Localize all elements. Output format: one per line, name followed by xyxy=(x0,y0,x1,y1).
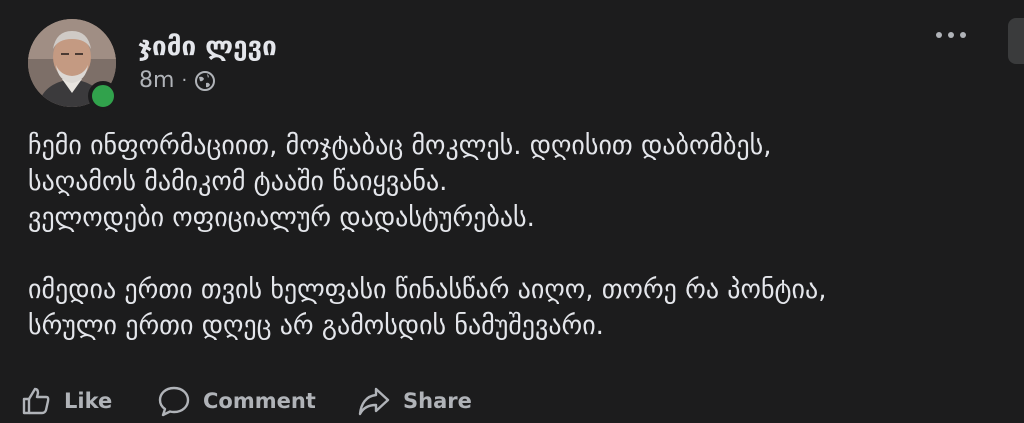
facebook-post: ჯიმი ლევი 8m · ჩემი ინფორმაციით, მოჯტაბა… xyxy=(0,0,1024,423)
online-status-indicator xyxy=(88,81,118,111)
post-text-line: ველოდები ოფიციალურ დადასტურებას. xyxy=(28,203,535,233)
post-meta: 8m · xyxy=(139,68,216,93)
post-timestamp[interactable]: 8m xyxy=(139,68,174,93)
post-text: ჩემი ინფორმაციით, მოჯტაბაც მოკლეს. დღისი… xyxy=(28,128,1008,344)
post-text-line: ჩემი ინფორმაციით, მოჯტაბაც მოკლეს. დღისი… xyxy=(28,131,772,161)
like-button[interactable]: Like xyxy=(20,378,112,423)
share-label: Share xyxy=(403,388,472,413)
share-button[interactable]: Share xyxy=(357,378,472,423)
thumbs-up-icon xyxy=(20,385,52,417)
post-actions-bar: Like Comment Share xyxy=(0,378,1024,423)
comment-label: Comment xyxy=(203,388,316,413)
comment-bubble-icon xyxy=(157,385,191,417)
post-text-line: საღამოს მამიკომ ტააში წაიყვანა. xyxy=(28,167,448,197)
like-label: Like xyxy=(64,388,113,413)
author-name[interactable]: ჯიმი ლევი xyxy=(138,32,277,62)
scroll-edge xyxy=(1008,18,1024,64)
share-arrow-icon xyxy=(357,385,391,417)
comment-button[interactable]: Comment xyxy=(157,378,316,423)
post-text-line: იმედია ერთი თვის ხელფასი წინასწარ აიღო, … xyxy=(28,275,827,305)
meta-separator: · xyxy=(181,70,188,91)
post-text-line: სრული ერთი დღეც არ გამოსდის ნამუშევარი. xyxy=(28,311,604,341)
globe-icon[interactable] xyxy=(194,70,216,92)
more-options-icon[interactable] xyxy=(928,18,974,52)
